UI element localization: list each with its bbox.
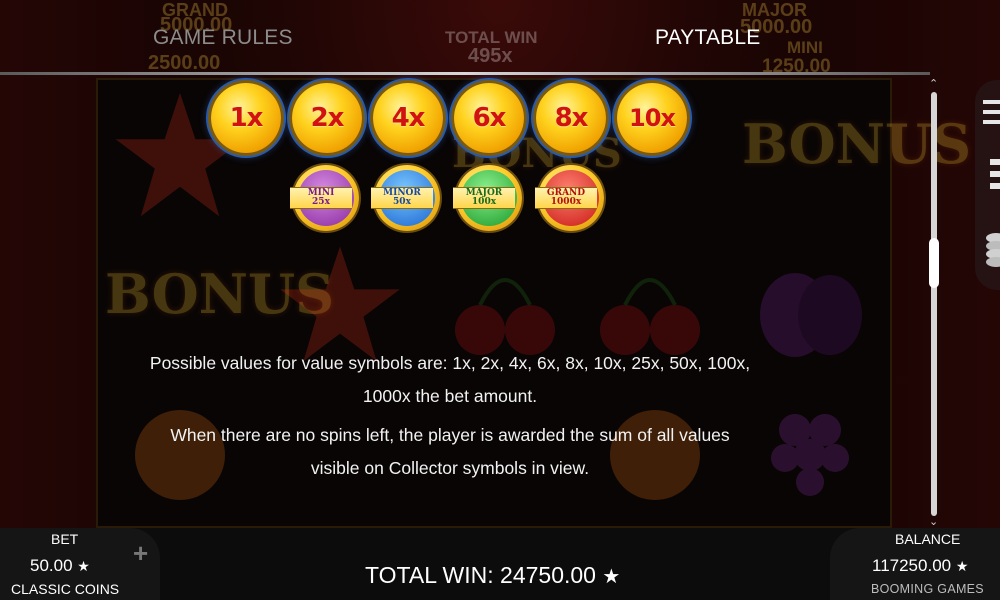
total-win-display: TOTAL WIN: 24750.00 ★	[365, 562, 620, 589]
balance-label: BALANCE	[895, 531, 961, 547]
sound-icon[interactable]	[990, 155, 1000, 195]
jackpot-coin-grand: GRAND 1000x	[535, 165, 604, 231]
bet-value: 50.00 ★	[30, 556, 90, 576]
star-icon: ★	[77, 558, 90, 574]
brand-logo: BOOMING GAMES	[871, 582, 984, 596]
coin-value: 10x	[629, 104, 676, 132]
coin-value: 6x	[472, 103, 507, 133]
balance-amount: 117250.00	[872, 556, 952, 575]
jackpot-coin-minor: MINOR 50x	[371, 165, 440, 231]
menu-icon[interactable]	[983, 98, 1000, 126]
multiplier-coin-8x: 8x	[536, 83, 606, 153]
multiplier-coin-1x: 1x	[211, 83, 281, 153]
header-divider	[0, 72, 930, 75]
scrollbar-track[interactable]	[931, 92, 937, 516]
paytable-description-line: 1000x the bet amount.	[362, 386, 538, 406]
scroll-down-arrow[interactable]: ⌄	[929, 515, 938, 528]
coin-value: 2x	[310, 103, 345, 133]
total-win-text: TOTAL WIN: 24750.00	[365, 562, 596, 588]
balance-value: 117250.00 ★	[872, 556, 968, 576]
multiplier-coin-4x: 4x	[373, 83, 443, 153]
bet-currency: CLASSIC COINS	[11, 581, 120, 597]
paytable-description-line: When there are no spins left, the player…	[170, 425, 730, 445]
paytable-description-line: visible on Collector symbols in view.	[310, 458, 590, 478]
multiplier-coin-6x: 6x	[454, 83, 524, 153]
increase-bet-button[interactable]: +	[133, 538, 148, 569]
tab-paytable[interactable]: PAYTABLE	[655, 26, 760, 50]
coin-value: 8x	[554, 103, 589, 133]
jackpot-coin-band: GRAND 1000x	[535, 187, 597, 209]
jackpot-coin-major: MAJOR 100x	[453, 165, 522, 231]
jackpot-coin-band: MINOR 50x	[371, 187, 433, 209]
bg-mini-label: MINI	[787, 38, 823, 57]
jackpot-coin-mini: MINI 25x	[290, 165, 359, 231]
bet-label: BET	[51, 531, 79, 547]
scroll-up-arrow[interactable]: ⌃	[929, 77, 938, 90]
scrollbar-thumb[interactable]	[929, 238, 939, 288]
jackpot-coin-band: MINI 25x	[290, 187, 352, 209]
jackpot-value: 50x	[393, 197, 411, 207]
bet-amount: 50.00	[30, 556, 73, 575]
coin-value: 4x	[391, 103, 426, 133]
jackpot-value: 100x	[471, 197, 497, 207]
jackpot-value: 1000x	[550, 197, 582, 207]
star-icon: ★	[602, 566, 621, 588]
multiplier-coin-10x: 10x	[617, 83, 687, 153]
jackpot-value: 25x	[312, 197, 330, 207]
multiplier-coin-2x: 2x	[292, 83, 362, 153]
tab-game-rules[interactable]: GAME RULES	[153, 26, 293, 50]
coin-value: 1x	[229, 103, 264, 133]
bg-bonus-symbol: BONUS	[105, 262, 335, 326]
coins-icon[interactable]	[982, 230, 1000, 270]
paytable-description-line: Possible values for value symbols are: 1…	[149, 353, 751, 373]
bg-total-win-value: 495x	[468, 45, 513, 67]
jackpot-coin-band: MAJOR 100x	[453, 187, 515, 209]
star-icon: ★	[955, 558, 969, 574]
